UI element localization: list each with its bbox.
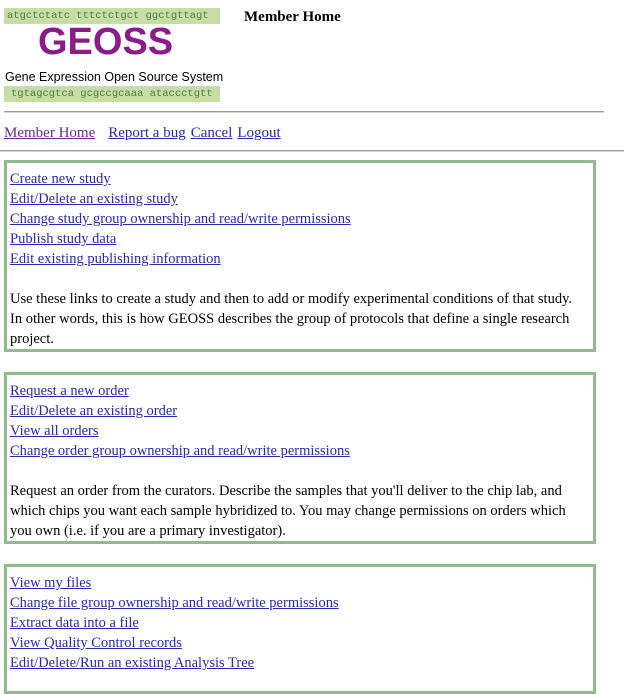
file-links: View my files Change file group ownershi…	[10, 573, 593, 673]
dna-sequence-bottom: tgtagcgtca gcgccgcaaa ataccctgtt	[4, 86, 220, 102]
study-description: Use these links to create a study and th…	[10, 291, 573, 347]
geoss-subtitle: Gene Expression Open Source System	[5, 70, 224, 84]
order-links: Request a new order Edit/Delete an exist…	[10, 381, 593, 461]
divider-top	[4, 111, 604, 113]
study-panel: Create new study Edit/Delete an existing…	[4, 160, 596, 352]
nav-cancel-link[interactable]: Cancel	[191, 125, 233, 141]
study-links: Create new study Edit/Delete an existing…	[10, 169, 593, 269]
view-qc-records-link[interactable]: View Quality Control records	[10, 633, 182, 653]
orders-panel: Request a new order Edit/Delete an exist…	[4, 372, 596, 544]
publish-study-link[interactable]: Publish study data	[10, 229, 116, 249]
edit-delete-study-link[interactable]: Edit/Delete an existing study	[10, 189, 178, 209]
change-order-permissions-link[interactable]: Change order group ownership and read/wr…	[10, 441, 350, 461]
edit-publishing-info-link[interactable]: Edit existing publishing information	[10, 249, 221, 269]
edit-analysis-tree-link[interactable]: Edit/Delete/Run an existing Analysis Tre…	[10, 653, 254, 673]
nav-report-bug-link[interactable]: Report a bug	[108, 125, 185, 141]
edit-delete-order-link[interactable]: Edit/Delete an existing order	[10, 401, 177, 421]
nav-member-home-link[interactable]: Member Home	[4, 125, 95, 141]
files-panel: View my files Change file group ownershi…	[4, 564, 596, 694]
change-study-permissions-link[interactable]: Change study group ownership and read/wr…	[10, 209, 351, 229]
view-files-link[interactable]: View my files	[10, 573, 91, 593]
top-nav: Member Home Report a bug Cancel Logout	[4, 124, 286, 142]
view-orders-link[interactable]: View all orders	[10, 421, 99, 441]
divider-nav	[0, 150, 624, 152]
extract-data-link[interactable]: Extract data into a file	[10, 613, 139, 633]
nav-logout-link[interactable]: Logout	[237, 125, 280, 141]
orders-description: Request an order from the curators. Desc…	[10, 483, 566, 539]
create-study-link[interactable]: Create new study	[10, 169, 111, 189]
page-title: Member Home	[244, 9, 341, 25]
geoss-wordmark: GEOSS	[38, 21, 174, 63]
geoss-logo: atgctctatc tttctctgct ggctgttagt GEOSS G…	[4, 8, 224, 102]
request-order-link[interactable]: Request a new order	[10, 381, 129, 401]
change-file-permissions-link[interactable]: Change file group ownership and read/wri…	[10, 593, 339, 613]
